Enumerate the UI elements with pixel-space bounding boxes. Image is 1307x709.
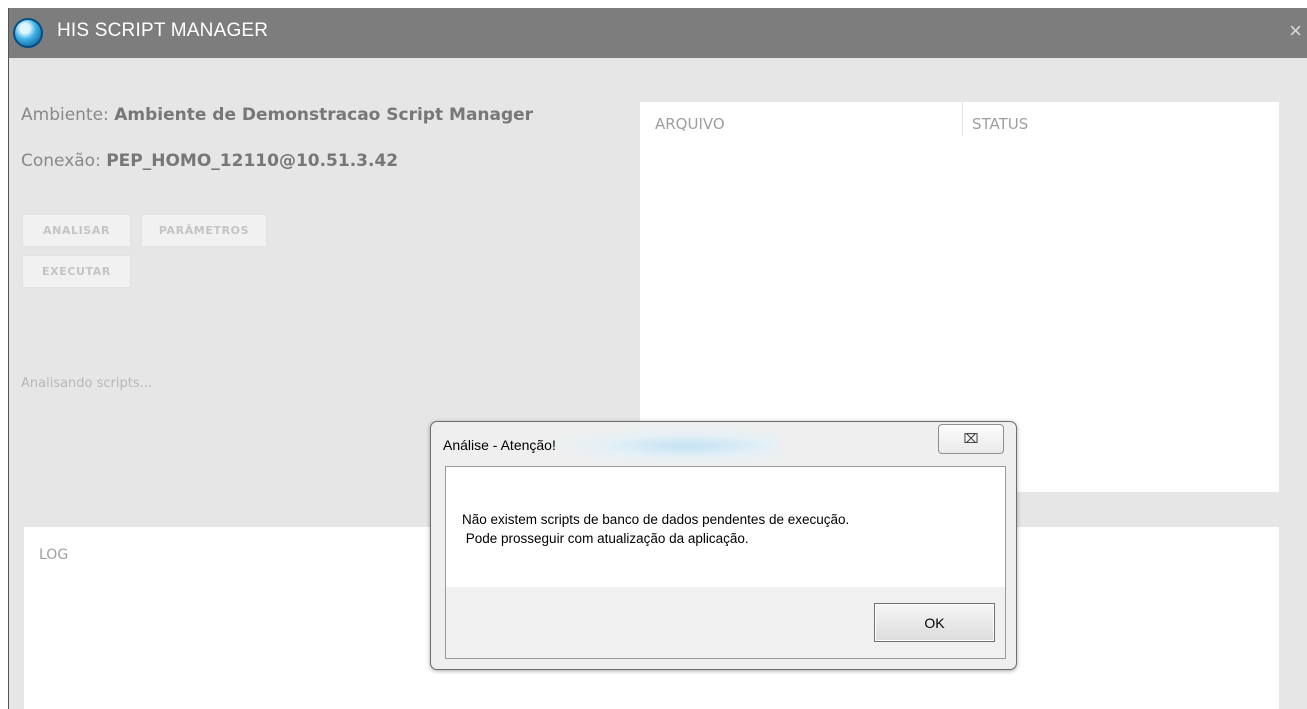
status-text: Analisando scripts... — [21, 376, 153, 391]
title-glow — [549, 428, 779, 464]
dialog-content: Não existem scripts de banco de dados pe… — [446, 467, 1005, 587]
column-header-status[interactable]: STATUS — [972, 115, 1028, 133]
column-divider — [962, 102, 963, 136]
dialog-message: Não existem scripts de banco de dados pe… — [462, 510, 849, 548]
message-line-1: Não existem scripts de banco de dados pe… — [462, 512, 850, 527]
ambiente-label: Ambiente: — [21, 105, 109, 125]
conexao-value: PEP_HOMO_12110@10.51.3.42 — [106, 151, 399, 171]
column-header-arquivo[interactable]: ARQUIVO — [655, 115, 725, 133]
message-line-2: Pode prosseguir com atualização da aplic… — [462, 531, 749, 546]
dialog-close-icon[interactable]: ⌧ — [938, 424, 1004, 454]
analisar-button[interactable]: ANALISAR — [22, 214, 131, 247]
title-bar: HIS SCRIPT MANAGER × — [9, 8, 1307, 58]
window-title: HIS SCRIPT MANAGER — [57, 20, 269, 41]
executar-button[interactable]: EXECUTAR — [22, 255, 131, 288]
alert-dialog: Análise - Atenção! ⌧ Não existem scripts… — [430, 421, 1017, 670]
conexao-label: Conexão: — [21, 151, 101, 171]
dialog-body: Não existem scripts de banco de dados pe… — [445, 466, 1006, 659]
app-logo-icon — [13, 18, 43, 48]
ambiente-line: Ambiente: Ambiente de Demonstracao Scrip… — [21, 105, 533, 125]
conexao-line: Conexão: PEP_HOMO_12110@10.51.3.42 — [21, 151, 398, 171]
log-header: LOG — [39, 547, 69, 563]
ambiente-value: Ambiente de Demonstracao Script Manager — [114, 105, 534, 125]
dialog-title: Análise - Atenção! — [443, 437, 556, 453]
parametros-button[interactable]: PARÂMETROS — [141, 214, 267, 247]
close-icon[interactable]: × — [1289, 18, 1302, 44]
ok-button[interactable]: OK — [874, 603, 995, 642]
